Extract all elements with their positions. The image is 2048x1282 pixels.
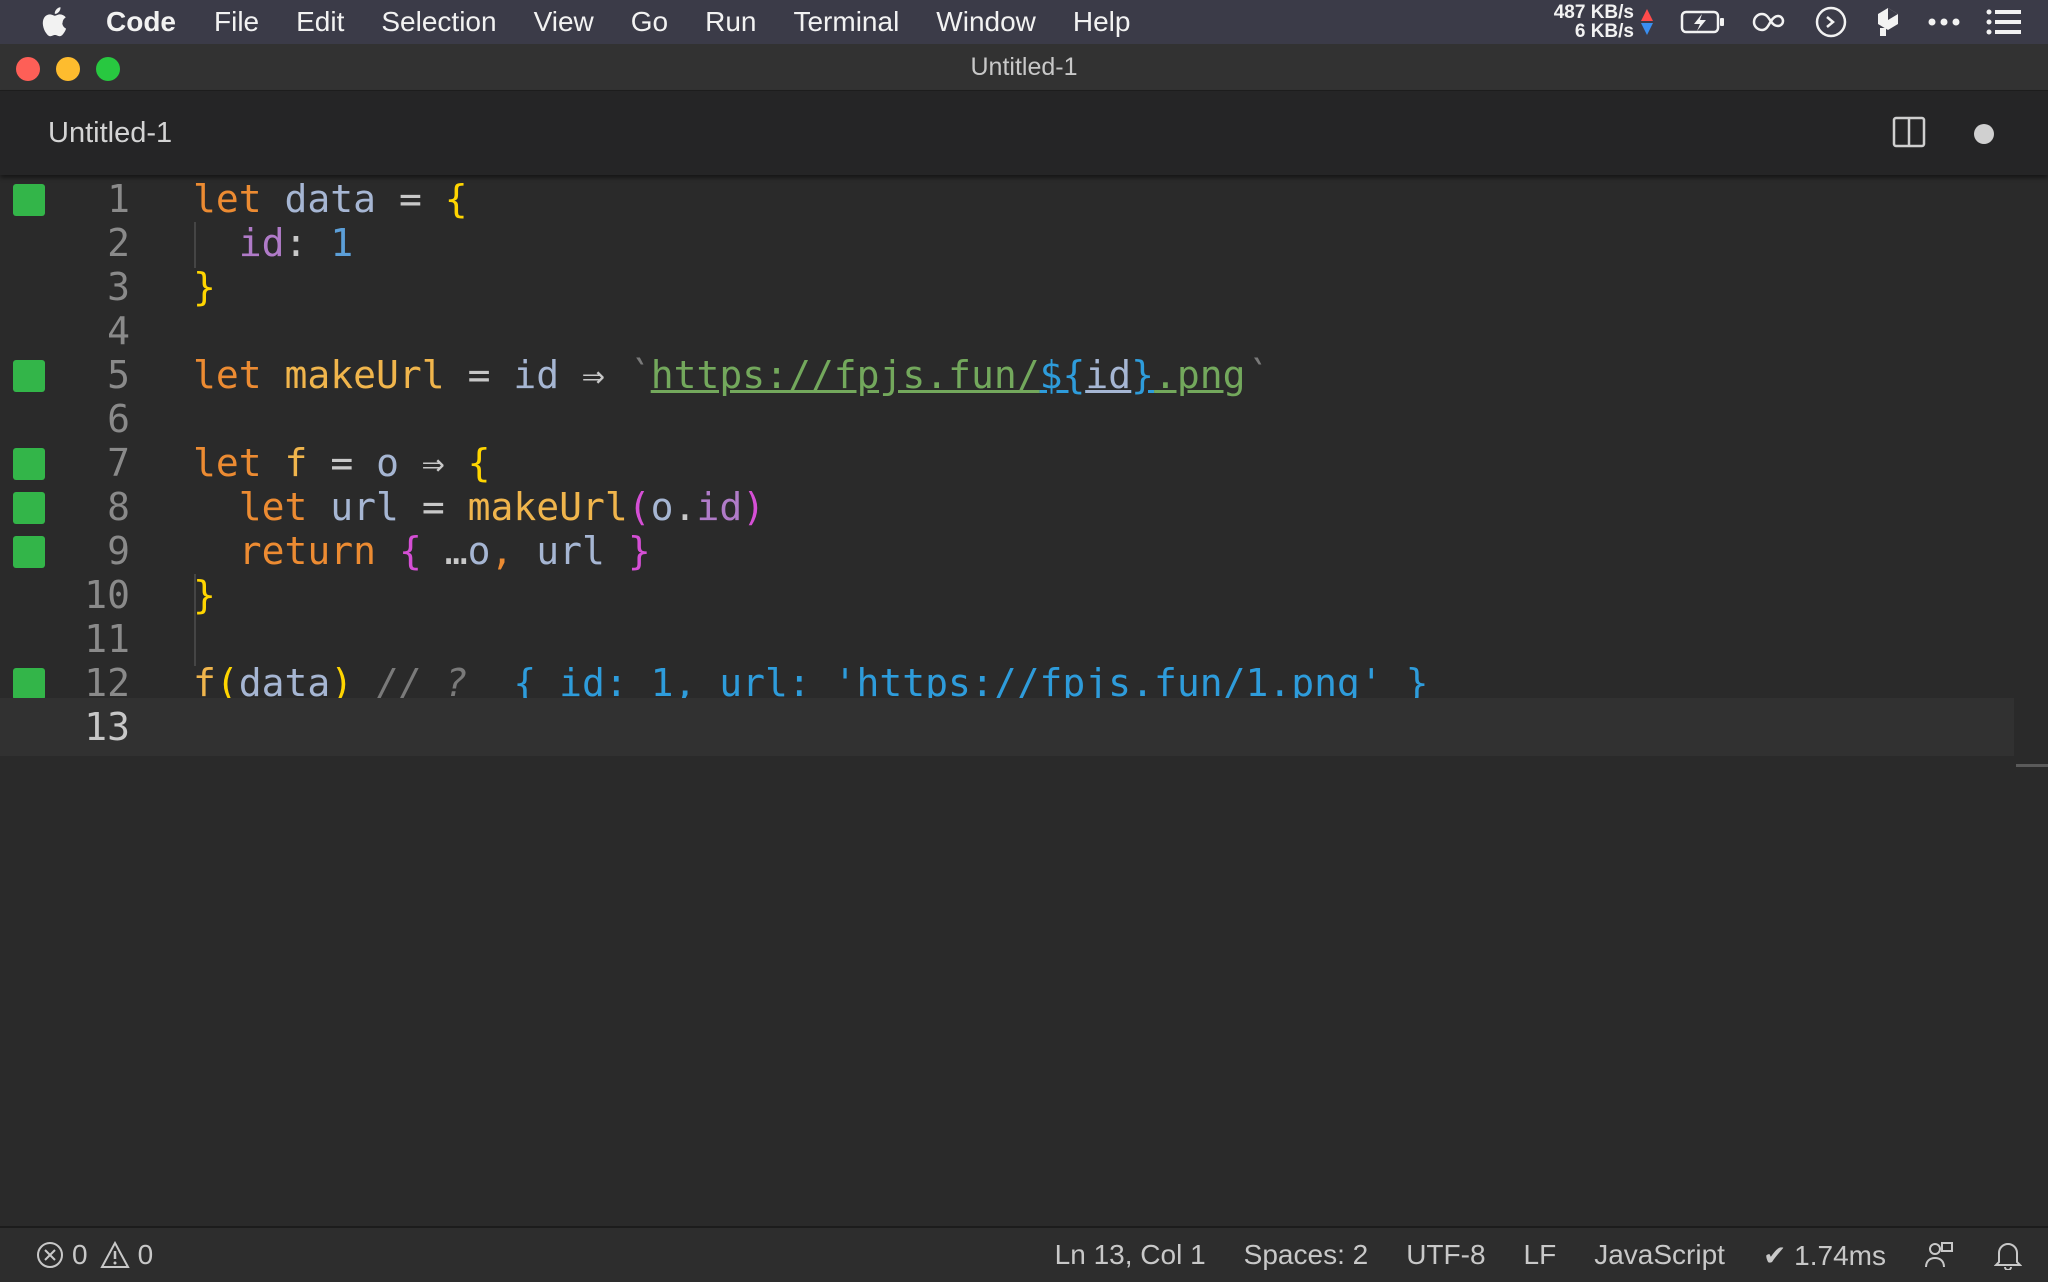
net-arrows-icon (1640, 8, 1654, 36)
error-icon (37, 1242, 63, 1268)
menu-run[interactable]: Run (705, 6, 756, 38)
menu-edit[interactable]: Edit (296, 6, 344, 38)
window-title: Untitled-1 (970, 53, 1078, 81)
clock-icon[interactable] (1814, 5, 1848, 39)
creative-cloud-icon[interactable] (1752, 8, 1788, 36)
menu-view[interactable]: View (534, 6, 594, 38)
tab-untitled-1[interactable]: Untitled-1 (48, 91, 172, 175)
feedback-icon[interactable] (1924, 1240, 1954, 1270)
cursor-position[interactable]: Ln 13, Col 1 (1055, 1239, 1206, 1271)
quokka-timing[interactable]: ✔ 1.74ms (1763, 1239, 1886, 1272)
list-icon[interactable] (1986, 9, 2022, 35)
code-editor[interactable]: 1 let data = { 2 id: 1 3 } 4 5 let makeU… (0, 176, 2048, 1226)
file-encoding[interactable]: UTF-8 (1406, 1239, 1485, 1271)
split-editor-icon[interactable] (1892, 115, 1926, 149)
coverage-marker (13, 536, 45, 568)
status-tray: 487 KB/s 6 KB/s (1554, 0, 2048, 44)
code-line-13: 13 (0, 698, 2014, 756)
language-mode[interactable]: JavaScript (1594, 1239, 1725, 1271)
coverage-marker (13, 492, 45, 524)
warning-count: 0 (137, 1239, 154, 1270)
menu-window[interactable]: Window (936, 6, 1036, 38)
editor-tab-bar: Untitled-1 (0, 91, 2048, 175)
warning-icon (99, 1241, 130, 1268)
battery-charging-icon[interactable] (1680, 8, 1726, 36)
problems-indicator[interactable]: 0 0 (36, 1228, 165, 1282)
error-count: 0 (72, 1239, 88, 1270)
coverage-marker (13, 668, 45, 700)
scrollbar-cursor-marker (2016, 764, 2048, 767)
end-of-line[interactable]: LF (1524, 1239, 1557, 1271)
apple-icon[interactable] (38, 4, 74, 40)
status-bar-right: Ln 13, Col 1 Spaces: 2 UTF-8 LF JavaScri… (1055, 1228, 2048, 1282)
network-speed[interactable]: 487 KB/s 6 KB/s (1554, 3, 1634, 41)
unsaved-changes-dot[interactable] (1974, 124, 1994, 144)
more-icon[interactable] (1928, 17, 1960, 27)
menu-selection[interactable]: Selection (381, 6, 496, 38)
menu-terminal[interactable]: Terminal (793, 6, 899, 38)
line-number: 13 (84, 705, 130, 749)
window-titlebar: Untitled-1 (0, 44, 2048, 91)
dropbox-icon[interactable] (1874, 6, 1902, 38)
indentation-setting[interactable]: Spaces: 2 (1244, 1239, 1369, 1271)
net-download: 6 KB/s (1574, 21, 1634, 42)
menu-go[interactable]: Go (631, 6, 668, 38)
menu-help[interactable]: Help (1073, 6, 1131, 38)
menu-bar: Code File Edit Selection View Go Run Ter… (0, 0, 2048, 44)
menu-file[interactable]: File (214, 6, 259, 38)
coverage-marker (13, 184, 45, 216)
notifications-bell-icon[interactable] (1994, 1240, 2022, 1270)
status-bar: 0 0 Ln 13, Col 1 Spaces: 2 UTF-8 LF Java… (0, 1226, 2048, 1282)
coverage-marker (13, 360, 45, 392)
coverage-marker (13, 448, 45, 480)
net-upload: 487 KB/s (1553, 2, 1634, 23)
menu-app-name[interactable]: Code (106, 6, 176, 38)
